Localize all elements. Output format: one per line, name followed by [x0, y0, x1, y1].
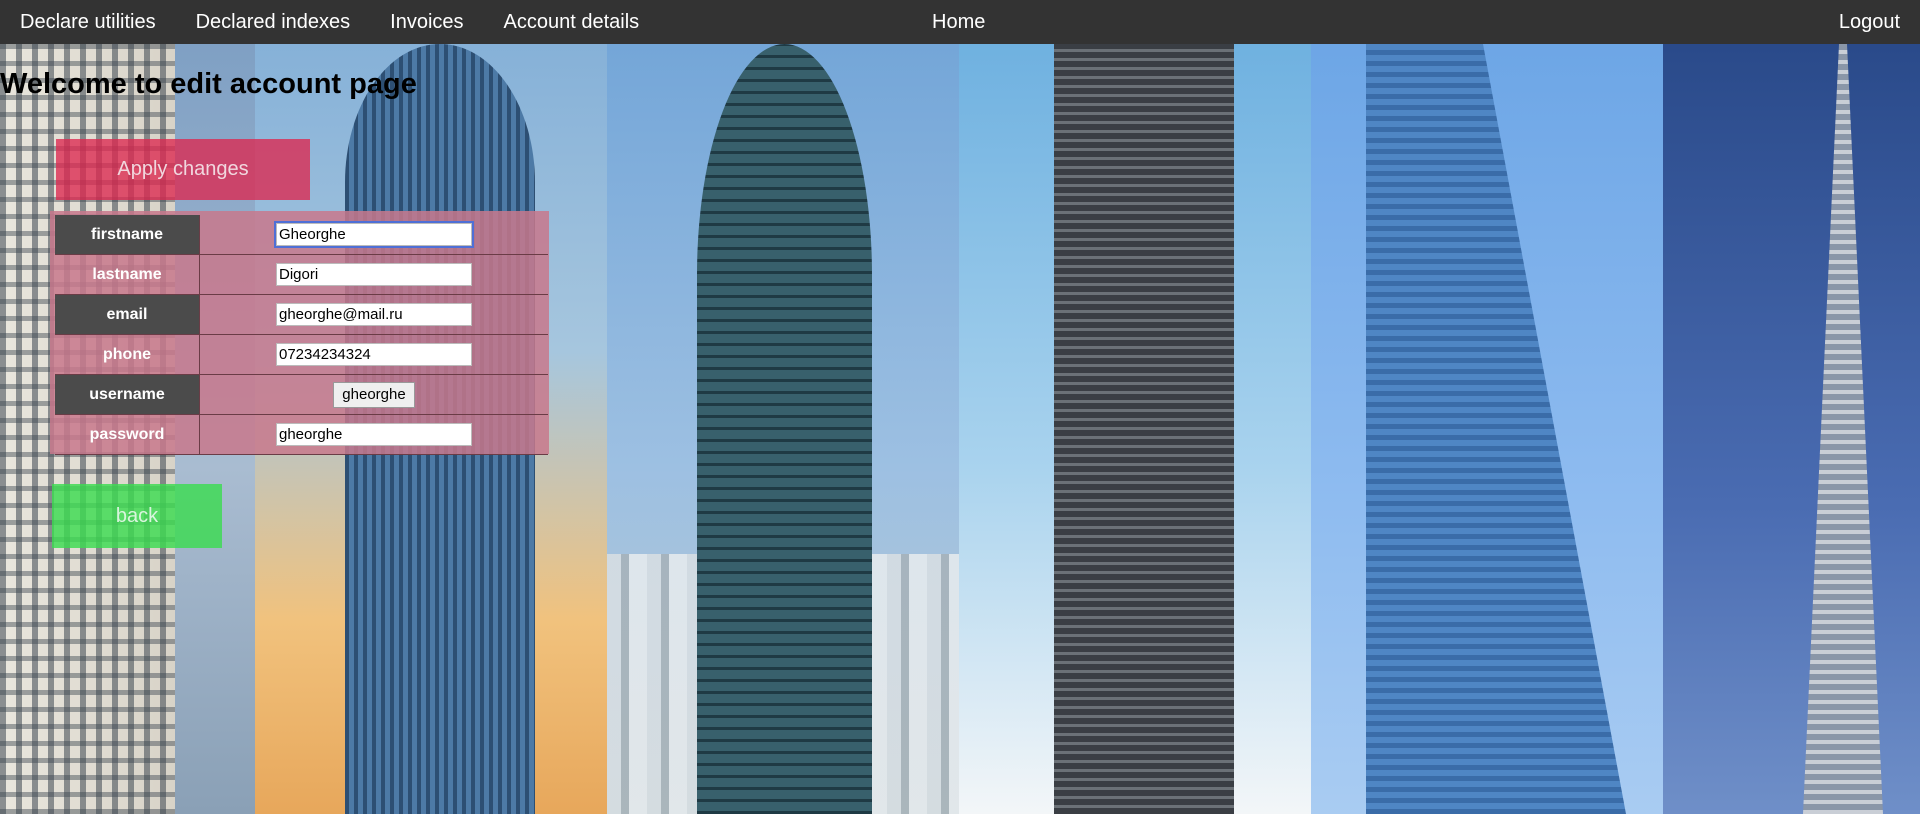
- nav-logout[interactable]: Logout: [1819, 8, 1920, 36]
- username-button[interactable]: gheorghe: [333, 381, 415, 408]
- table-row: firstname: [55, 215, 548, 255]
- nav-declare-utilities[interactable]: Declare utilities: [0, 8, 176, 36]
- background-building-3: [607, 44, 959, 814]
- nav-declared-indexes[interactable]: Declared indexes: [176, 8, 371, 36]
- password-field[interactable]: [276, 423, 472, 446]
- table-row: password: [55, 414, 548, 455]
- nav-account-details[interactable]: Account details: [484, 8, 660, 36]
- page-title: Welcome to edit account page: [0, 68, 417, 100]
- table-row: email: [55, 294, 548, 335]
- password-label: password: [55, 414, 200, 455]
- lastname-label: lastname: [55, 254, 200, 295]
- apply-changes-button[interactable]: Apply changes: [56, 139, 310, 200]
- background-building-6: [1663, 44, 1920, 814]
- email-label: email: [55, 294, 200, 335]
- email-field[interactable]: [276, 303, 472, 326]
- background-building-5: [1311, 44, 1663, 814]
- phone-label: phone: [55, 334, 200, 375]
- username-label: username: [55, 374, 200, 415]
- lastname-field[interactable]: [276, 263, 472, 286]
- account-form: firstname lastname email phone username …: [50, 211, 549, 455]
- phone-field[interactable]: [276, 343, 472, 366]
- firstname-label: firstname: [55, 215, 200, 255]
- table-row: phone: [55, 334, 548, 375]
- nav-home[interactable]: Home: [912, 8, 1005, 36]
- table-row: lastname: [55, 254, 548, 295]
- top-navigation-bar: Declare utilities Declared indexes Invoi…: [0, 0, 1920, 44]
- account-fields-table: firstname lastname email phone username …: [55, 215, 548, 455]
- back-button[interactable]: back: [52, 484, 222, 548]
- firstname-field[interactable]: [274, 221, 474, 248]
- nav-invoices[interactable]: Invoices: [370, 8, 483, 36]
- background-building-4: [959, 44, 1311, 814]
- table-row: username gheorghe: [55, 374, 548, 415]
